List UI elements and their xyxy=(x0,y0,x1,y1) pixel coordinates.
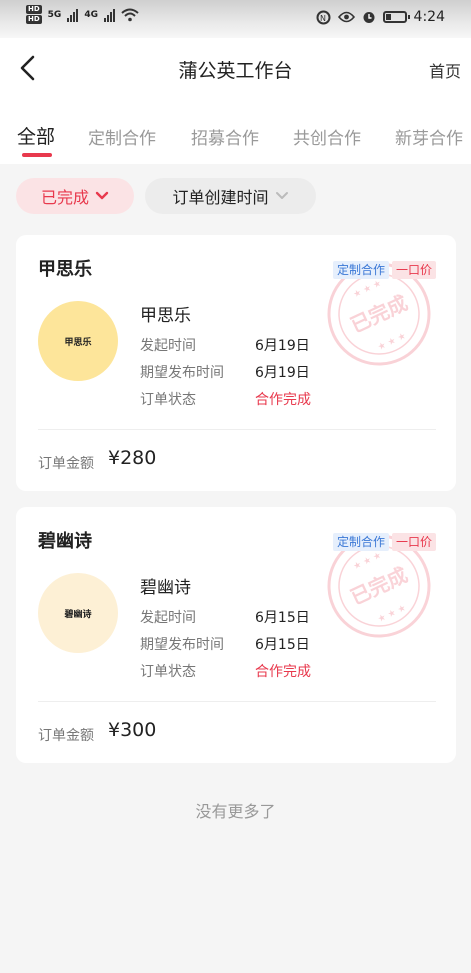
status-filter-label: 已完成 xyxy=(40,188,89,207)
active-tab-indicator xyxy=(22,153,52,157)
chevron-down-icon xyxy=(95,191,109,200)
network-type-1: 5G xyxy=(47,9,62,20)
tab-cocreate[interactable]: 共创合作 xyxy=(293,124,361,149)
svg-text:★ ★ ★: ★ ★ ★ xyxy=(352,279,383,301)
expected-publish-label: 期望发布时间 xyxy=(140,637,224,653)
order-badges: 定制合作 一口价 xyxy=(332,261,436,279)
network-type-2: 4G xyxy=(84,9,98,20)
eye-icon xyxy=(337,11,355,23)
signal-icon-2 xyxy=(103,8,115,22)
order-card[interactable]: 已完成 ★ ★ ★ ★ ★ ★ 甲思乐 定制合作 一口价 甲思乐 甲思乐 发起时… xyxy=(16,235,456,491)
cooperation-type-badge: 定制合作 xyxy=(332,533,389,551)
amount-label: 订单金额 xyxy=(38,456,94,472)
avatar: 碧幽诗 xyxy=(38,573,118,653)
price-type-badge: 一口价 xyxy=(391,533,436,551)
home-link[interactable]: 首页 xyxy=(429,58,461,82)
order-status-label: 订单状态 xyxy=(140,392,196,408)
divider xyxy=(38,701,436,702)
status-right: N 4:24 xyxy=(316,9,445,25)
start-time-value: 6月15日 xyxy=(255,610,310,626)
tab-sprout[interactable]: 新芽合作 xyxy=(395,124,463,149)
svg-text:★ ★ ★: ★ ★ ★ xyxy=(352,551,383,573)
nfc-icon: N xyxy=(316,10,331,24)
page-title: 蒲公英工作台 xyxy=(178,60,293,82)
battery-icon xyxy=(382,11,410,23)
creator-name: 甲思乐 xyxy=(140,306,191,326)
status-filter-dropdown[interactable]: 已完成 xyxy=(16,178,134,214)
order-status-value: 合作完成 xyxy=(255,392,311,408)
amount-label: 订单金额 xyxy=(38,728,94,744)
status-left: HD HD 5G 4G xyxy=(26,5,139,24)
svg-text:N: N xyxy=(320,14,326,23)
signal-icon xyxy=(67,8,79,22)
tab-custom[interactable]: 定制合作 xyxy=(88,124,156,149)
sort-filter-dropdown[interactable]: 订单创建时间 xyxy=(145,178,316,214)
start-time-label: 发起时间 xyxy=(140,338,196,354)
creator-name: 碧幽诗 xyxy=(140,578,191,598)
hd-badge-2: HD xyxy=(26,15,42,24)
price-type-badge: 一口价 xyxy=(391,261,436,279)
tab-all[interactable]: 全部 xyxy=(17,122,55,149)
svg-text:★ ★ ★: ★ ★ ★ xyxy=(376,603,407,625)
order-status-label: 订单状态 xyxy=(140,664,196,680)
avatar: 甲思乐 xyxy=(38,301,118,381)
svg-text:★ ★ ★: ★ ★ ★ xyxy=(376,331,407,353)
order-title: 碧幽诗 xyxy=(38,531,92,552)
no-more-text: 没有更多了 xyxy=(195,802,276,821)
amount-value: ¥300 xyxy=(108,719,157,741)
status-time: 4:24 xyxy=(413,9,445,25)
expected-publish-value: 6月19日 xyxy=(255,365,310,381)
tab-recruit[interactable]: 招募合作 xyxy=(191,124,259,149)
hd-indicators: HD HD xyxy=(26,5,42,24)
start-time-value: 6月19日 xyxy=(255,338,310,354)
divider xyxy=(38,429,436,430)
start-time-label: 发起时间 xyxy=(140,610,196,626)
wifi-icon xyxy=(121,8,139,21)
expected-publish-value: 6月15日 xyxy=(255,637,310,653)
filter-bar: 已完成 订单创建时间 xyxy=(0,164,471,228)
expected-publish-label: 期望发布时间 xyxy=(140,365,224,381)
category-tabs: 全部 定制合作 招募合作 共创合作 新芽合作 xyxy=(0,100,471,164)
order-status-value: 合作完成 xyxy=(255,664,311,680)
amount-value: ¥280 xyxy=(108,447,157,469)
sort-filter-label: 订单创建时间 xyxy=(172,188,269,207)
nav-bar: 蒲公英工作台 首页 xyxy=(0,38,471,100)
cooperation-type-badge: 定制合作 xyxy=(332,261,389,279)
alarm-icon xyxy=(363,12,375,23)
order-card[interactable]: 已完成 ★ ★ ★ ★ ★ ★ 碧幽诗 定制合作 一口价 碧幽诗 碧幽诗 发起时… xyxy=(16,507,456,763)
status-bar: HD HD 5G 4G N 4:24 xyxy=(0,0,471,38)
hd-badge-1: HD xyxy=(26,5,42,14)
chevron-down-icon xyxy=(275,192,288,199)
order-badges: 定制合作 一口价 xyxy=(332,533,436,551)
order-title: 甲思乐 xyxy=(38,259,92,280)
